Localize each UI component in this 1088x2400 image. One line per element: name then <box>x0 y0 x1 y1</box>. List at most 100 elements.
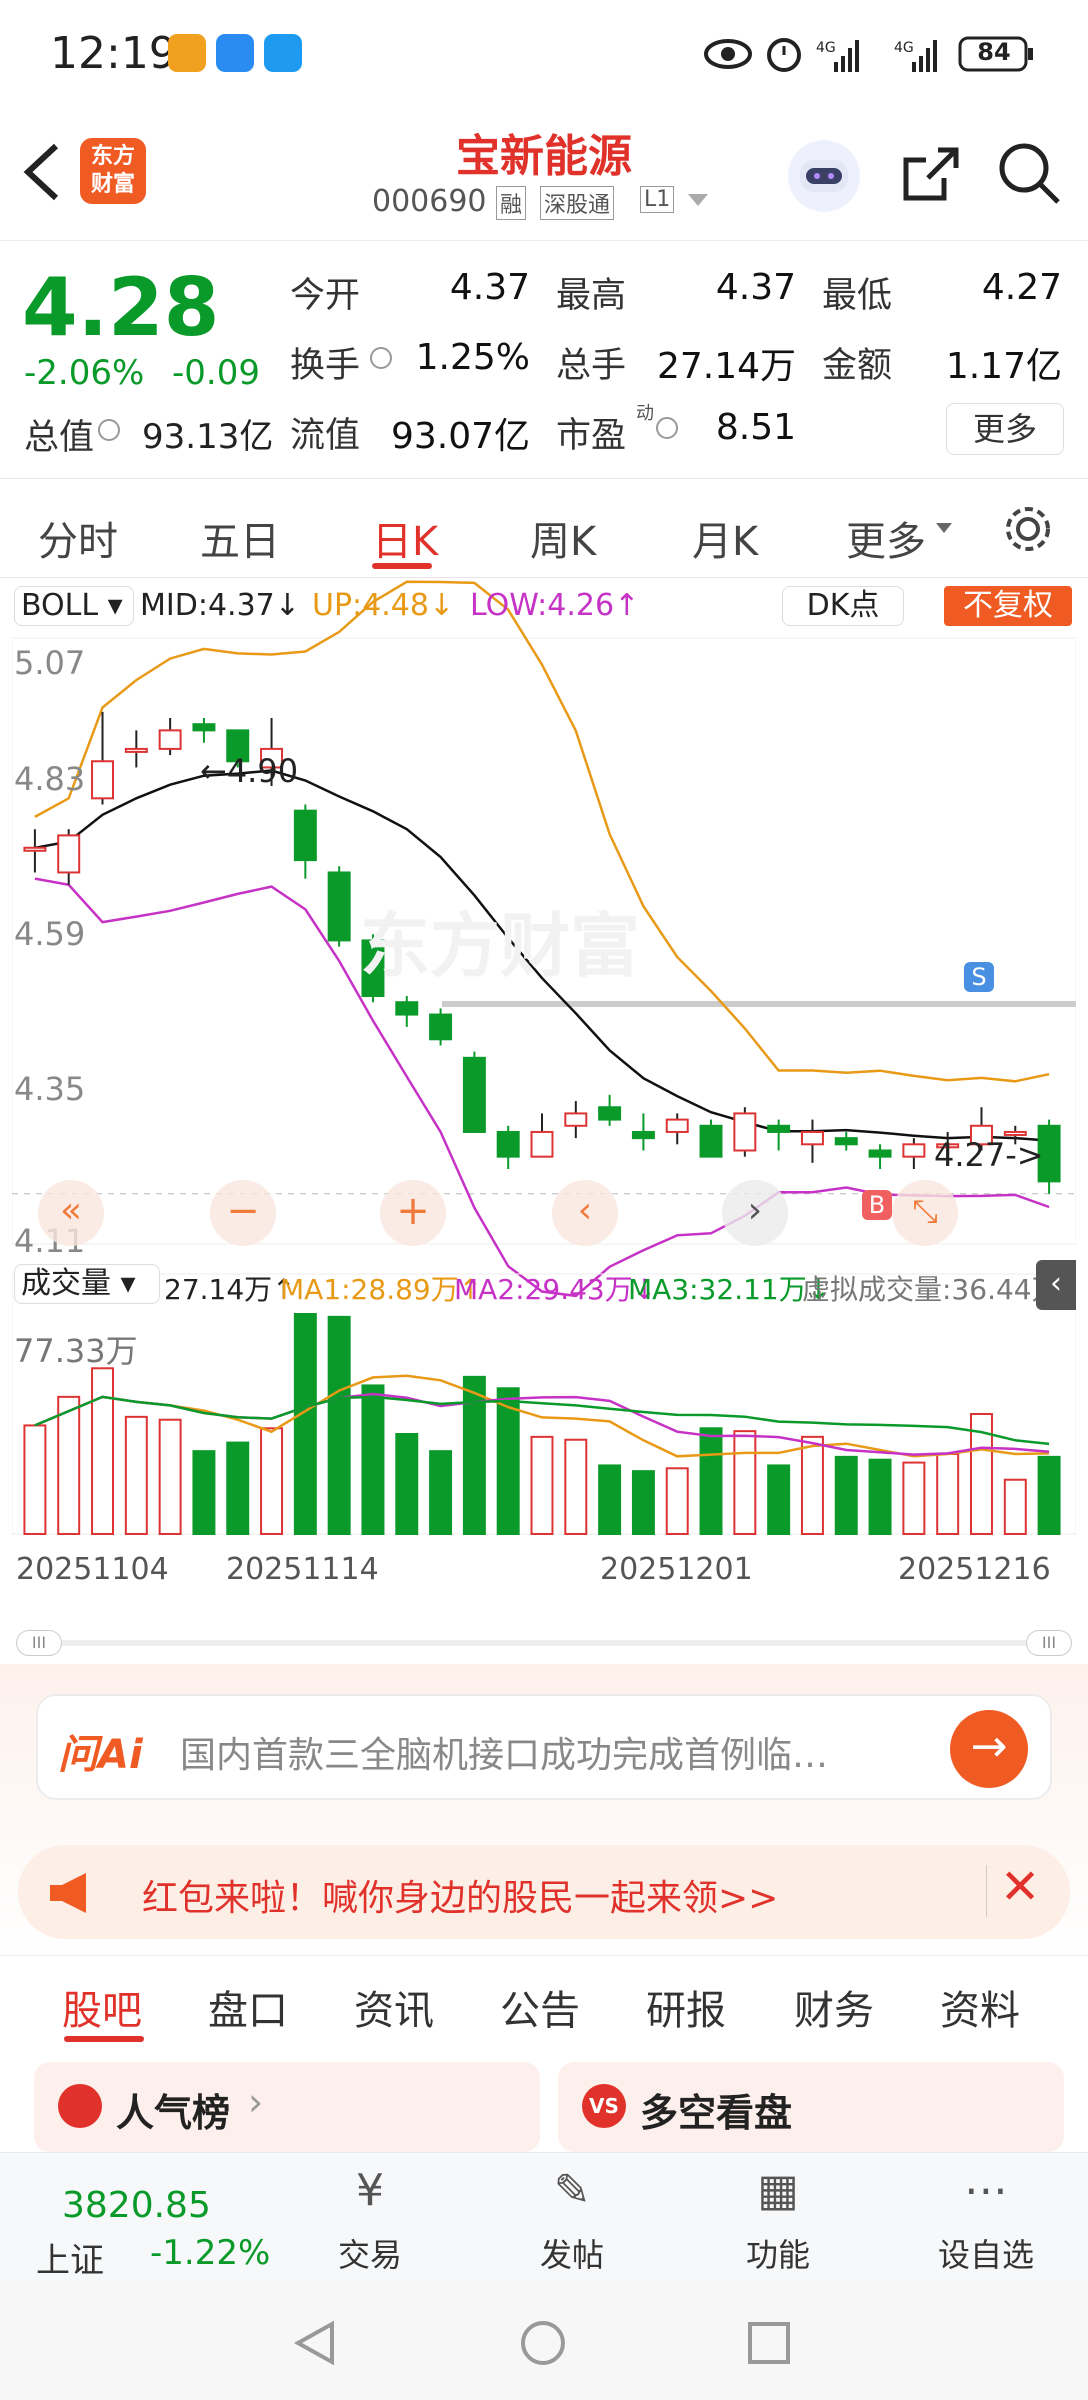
chart-range-slider[interactable]: III III <box>16 1630 1072 1656</box>
dk-point-button[interactable]: DK点 <box>782 586 904 626</box>
fullscreen-icon[interactable]: ⤡ <box>892 1180 958 1246</box>
amount-value: 1.17亿 <box>945 346 1062 387</box>
add-watchlist-button[interactable]: ⋯ 设自选 <box>924 2163 1048 2277</box>
gear-icon[interactable] <box>1000 501 1056 557</box>
candle-down <box>293 809 317 862</box>
low-value: 4.27 <box>981 267 1062 308</box>
zoom-out-fast-icon[interactable]: « <box>38 1180 104 1246</box>
yen-exchange-icon: ¥ <box>356 2165 384 2216</box>
tab-market[interactable]: 盘口 <box>208 1978 288 2036</box>
volume-bar-up <box>57 1395 81 1535</box>
pe-info-icon[interactable] <box>656 417 678 439</box>
tab-news[interactable]: 资讯 <box>354 1978 434 2036</box>
high-marker: ←4.90 <box>200 752 299 790</box>
turnover-value: 1.25% <box>415 337 530 378</box>
battery-level: 84 <box>977 38 1011 66</box>
volume-indicator-select[interactable]: 成交量 ▾ <box>14 1264 160 1304</box>
tab-weekly-k[interactable]: 周K <box>530 509 596 567</box>
more-dots-icon: ⋯ <box>964 2165 1008 2216</box>
tab-forum[interactable]: 股吧 <box>62 1978 142 2036</box>
index-widget[interactable]: 3820.85 上证 -1.22% <box>30 2157 270 2281</box>
function-label: 功能 <box>745 2236 810 2274</box>
volume-bar-up <box>91 1367 114 1535</box>
volume-indicator-label: 成交量 <box>21 1266 111 1301</box>
system-recents-icon[interactable] <box>744 2318 794 2368</box>
pe-label: 市盈 <box>556 416 627 456</box>
sell-marker[interactable]: S <box>964 962 994 992</box>
slider-left-handle[interactable]: III <box>16 1630 62 1656</box>
search-icon[interactable] <box>996 140 1062 206</box>
collapse-panel-icon[interactable]: ‹ <box>1036 1260 1076 1310</box>
vol-ma3: MA3:32.11万↓ <box>628 1273 831 1306</box>
share-icon[interactable] <box>898 142 962 206</box>
level-tag[interactable]: L1 <box>640 186 675 213</box>
tab-more[interactable]: 更多 <box>846 509 926 567</box>
slider-right-handle[interactable]: III <box>1026 1630 1072 1656</box>
tab-intraday[interactable]: 分时 <box>38 509 118 567</box>
y-tick-1: 5.07 <box>14 644 86 682</box>
system-home-icon[interactable] <box>518 2318 568 2368</box>
index-change: -1.22% <box>150 2233 271 2273</box>
buy-marker[interactable]: B <box>862 1190 892 1220</box>
candle-down <box>192 723 216 732</box>
indicator-select[interactable]: BOLL ▾ <box>14 586 134 626</box>
arrow-right-icon[interactable]: → <box>950 1710 1028 1788</box>
grid-icon: ▦ <box>757 2165 799 2216</box>
popularity-title: 人气榜 <box>116 2091 231 2135</box>
turnover-info-icon[interactable] <box>370 347 392 369</box>
index-name: 上证 <box>36 2241 104 2281</box>
info-icon[interactable] <box>98 419 120 441</box>
tab-daily-k[interactable]: 日K <box>372 509 438 567</box>
ask-ai-bar[interactable]: 问Ai 国内首款三全脑机接口成功完成首例临… → <box>36 1694 1052 1800</box>
pan-left-icon[interactable]: ‹ <box>552 1180 618 1246</box>
volume-bar-down <box>429 1450 453 1536</box>
turnover-label: 换手 <box>290 346 361 386</box>
volume-value: 27.14万 <box>656 346 796 387</box>
kline-chart[interactable] <box>12 580 1076 1625</box>
more-button[interactable]: 更多 <box>946 403 1064 455</box>
function-button[interactable]: ▦ 功能 <box>718 2163 838 2277</box>
tab-monthly-k[interactable]: 月K <box>692 509 758 567</box>
app-notification-icon <box>168 34 206 72</box>
eastmoney-logo[interactable]: 东方 财富 <box>80 138 146 204</box>
volume-bar-up <box>158 1418 182 1536</box>
post-button[interactable]: ✎ 发帖 <box>512 2163 632 2277</box>
tab-research[interactable]: 研报 <box>646 1978 726 2036</box>
boll-mid: MID:4.37↓ <box>140 588 300 623</box>
logo-text-2: 财富 <box>90 172 135 197</box>
notice-banner[interactable]: 红包来啦！喊你身边的股民一起来领>> ✕ <box>18 1845 1070 1939</box>
signal-icon-2: 4G <box>894 40 937 72</box>
candle-down <box>699 1124 723 1158</box>
bull-bear-card[interactable]: VS 多空看盘 <box>558 2062 1064 2152</box>
pan-right-icon[interactable]: › <box>722 1180 788 1246</box>
system-back-icon[interactable] <box>290 2318 340 2368</box>
close-icon[interactable]: ✕ <box>1000 1859 1040 1915</box>
trade-button[interactable]: ¥ 交易 <box>310 2163 430 2277</box>
adjust-button[interactable]: 不复权 <box>944 586 1072 626</box>
back-icon[interactable] <box>20 140 64 204</box>
zoom-out-icon[interactable]: − <box>210 1180 276 1246</box>
watermark: 东方财富 <box>360 905 640 987</box>
candle-up <box>158 729 182 750</box>
popularity-card[interactable]: 人气榜 › <box>34 2062 540 2152</box>
volume-bar-up <box>733 1430 757 1536</box>
y-tick-4: 4.35 <box>14 1070 86 1108</box>
vol-ma1: MA1:28.89万↑ <box>280 1273 483 1306</box>
caret-down-icon <box>936 523 952 533</box>
volume-bar-up <box>260 1427 284 1535</box>
stock-header: 东方 财富 宝新能源 000690 融 深股通 L1 <box>0 110 1088 240</box>
robot-assistant-icon[interactable] <box>784 136 864 216</box>
tab-5day[interactable]: 五日 <box>200 509 280 567</box>
tab-finance[interactable]: 财务 <box>794 1978 874 2036</box>
chevron-down-icon[interactable] <box>688 194 708 208</box>
index-value: 3820.85 <box>62 2185 211 2226</box>
tab-announcements[interactable]: 公告 <box>500 1978 580 2036</box>
volume-bar-down <box>293 1313 317 1535</box>
tab-profile[interactable]: 资料 <box>940 1978 1020 2036</box>
zoom-in-icon[interactable]: + <box>380 1180 446 1246</box>
volume-bar-up <box>530 1435 554 1535</box>
stock-title[interactable]: 宝新能源 <box>344 120 744 184</box>
candle-up <box>91 760 114 800</box>
period-tabs: 分时 五日 日K 周K 月K 更多 <box>0 478 1088 578</box>
volume-bar-up <box>1003 1478 1027 1536</box>
